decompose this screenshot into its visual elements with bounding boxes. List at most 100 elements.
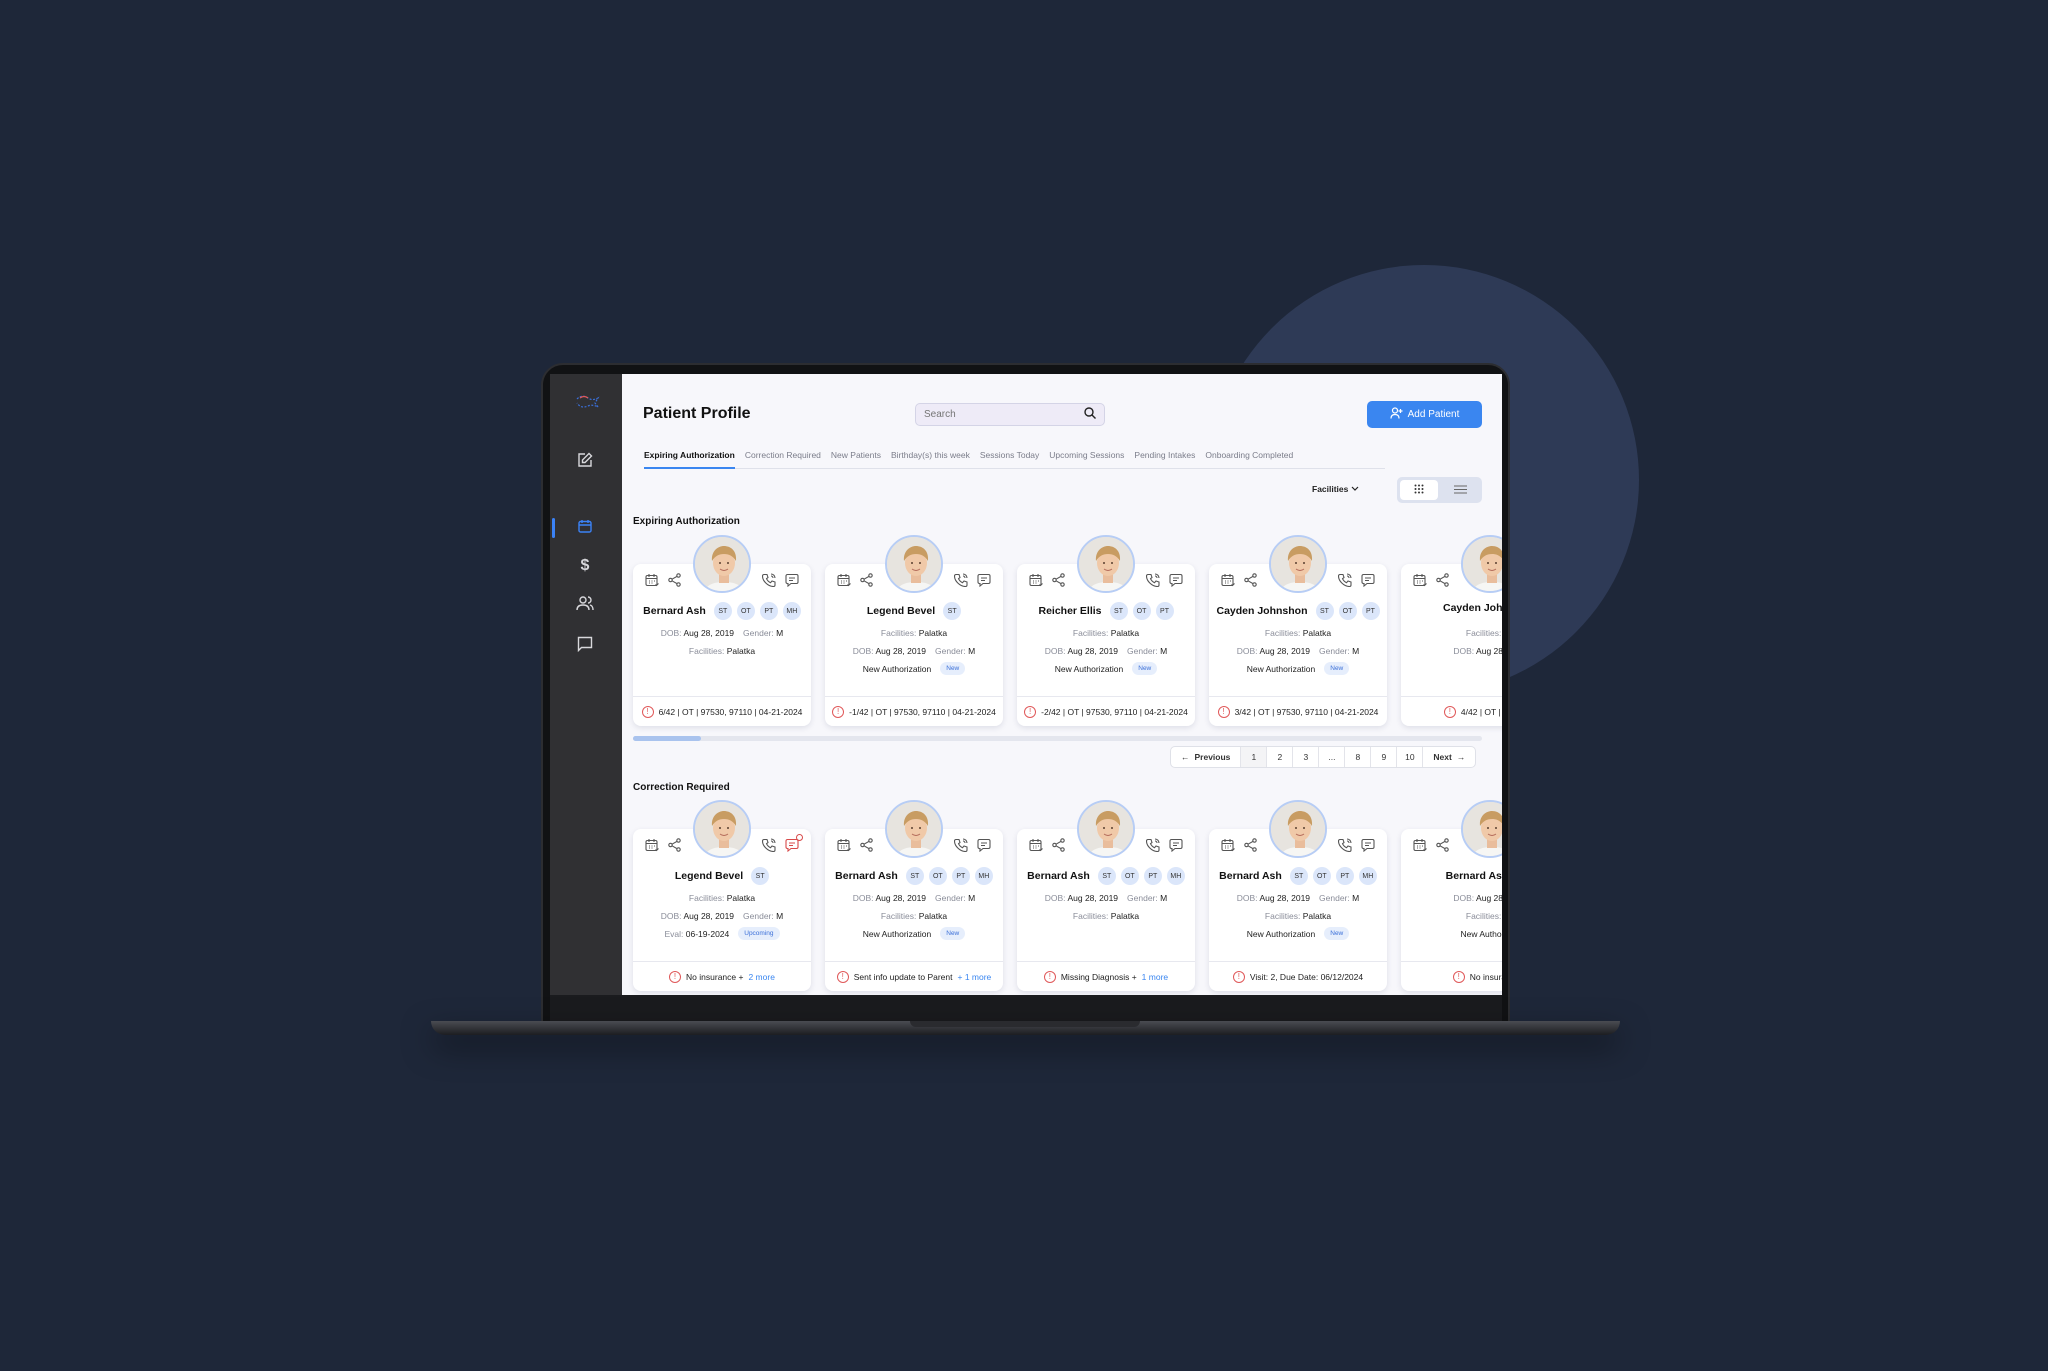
phone-icon[interactable]	[1145, 838, 1160, 857]
message-icon[interactable]	[977, 573, 991, 592]
patient-card[interactable]: Legend Bevel ST Facilities: Palatka DOB: Au…	[825, 535, 1003, 726]
share-icon[interactable]	[1052, 573, 1065, 592]
sidebar-item-billing[interactable]: $	[574, 555, 596, 577]
patient-avatar[interactable]	[693, 535, 751, 593]
patient-name[interactable]: Bernard Ash	[1219, 870, 1282, 882]
phone-icon[interactable]	[761, 838, 776, 857]
share-icon[interactable]	[668, 838, 681, 857]
message-icon[interactable]	[1361, 573, 1375, 592]
tab-pending-intakes[interactable]: Pending Intakes	[1134, 448, 1195, 469]
patient-card[interactable]: Bernard Ash ST OT PT MH DOB: Aug 28, 2019 Gend…	[633, 535, 811, 726]
phone-icon[interactable]	[1337, 573, 1352, 592]
share-icon[interactable]	[1052, 838, 1065, 857]
patient-avatar[interactable]	[885, 535, 943, 593]
phone-icon[interactable]	[953, 838, 968, 857]
share-icon[interactable]	[1244, 573, 1257, 592]
page-button[interactable]: 10	[1397, 747, 1424, 767]
tab-new-patients[interactable]: New Patients	[831, 448, 881, 469]
share-icon[interactable]	[1244, 838, 1257, 857]
patient-name[interactable]: Cayden Johnshon	[1443, 602, 1502, 614]
search-icon[interactable]	[1084, 406, 1096, 424]
message-icon[interactable]	[785, 834, 803, 857]
patient-name[interactable]: Cayden Johnshon	[1216, 605, 1307, 617]
share-icon[interactable]	[1436, 838, 1449, 857]
facilities-dropdown[interactable]: Facilities	[1312, 484, 1359, 494]
message-icon[interactable]	[977, 838, 991, 857]
patient-avatar[interactable]	[1077, 535, 1135, 593]
patient-name[interactable]: Bernard Ash	[1446, 870, 1502, 882]
tab-birthday-s-this-week[interactable]: Birthday(s) this week	[891, 448, 970, 469]
share-icon[interactable]	[860, 573, 873, 592]
page-button[interactable]: 8	[1345, 747, 1372, 767]
phone-icon[interactable]	[761, 573, 776, 592]
patient-card[interactable]: Cayden Johnshon ST OT PT Facilities: Palatka…	[1209, 535, 1387, 726]
calendar-icon[interactable]	[645, 573, 659, 592]
patient-name[interactable]: Bernard Ash	[835, 870, 898, 882]
patient-avatar[interactable]	[1461, 800, 1502, 858]
patient-avatar[interactable]	[1269, 535, 1327, 593]
patient-card[interactable]: Bernard Ash ST OT PT MH DOB: Aug 28, 2019 Gend…	[1017, 800, 1195, 991]
cards-scrollbar[interactable]	[633, 736, 1482, 741]
share-icon[interactable]	[668, 573, 681, 592]
patient-name[interactable]: Bernard Ash	[643, 605, 706, 617]
more-link[interactable]: 2 more	[748, 972, 774, 982]
patient-name[interactable]: Legend Bevel	[867, 605, 935, 617]
tab-upcoming-sessions[interactable]: Upcoming Sessions	[1049, 448, 1124, 469]
message-icon[interactable]	[1361, 838, 1375, 857]
search-input[interactable]	[924, 409, 1064, 420]
more-link[interactable]: 1 more	[1142, 972, 1168, 982]
more-link[interactable]: + 1 more	[958, 972, 992, 982]
calendar-icon[interactable]	[837, 838, 851, 857]
sidebar-item-edit[interactable]	[574, 451, 596, 473]
sidebar-item-patients[interactable]	[574, 594, 596, 616]
tab-expiring-authorization[interactable]: Expiring Authorization	[644, 448, 735, 469]
patient-name[interactable]: Legend Bevel	[675, 870, 743, 882]
phone-icon[interactable]	[1337, 838, 1352, 857]
tab-sessions-today[interactable]: Sessions Today	[980, 448, 1039, 469]
page-button[interactable]: ...	[1319, 747, 1346, 767]
calendar-icon[interactable]	[1221, 573, 1235, 592]
patient-avatar[interactable]	[1461, 535, 1502, 593]
page-button[interactable]: 1	[1241, 747, 1268, 767]
message-icon[interactable]	[1169, 838, 1183, 857]
patient-name[interactable]: Reicher Ellis	[1038, 605, 1101, 617]
patient-avatar[interactable]	[1269, 800, 1327, 858]
calendar-icon[interactable]	[1413, 573, 1427, 592]
phone-icon[interactable]	[953, 573, 968, 592]
add-patient-button[interactable]: Add Patient	[1367, 401, 1482, 428]
patient-card[interactable]: Reicher Ellis ST OT PT Facilities: Palatka DO…	[1017, 535, 1195, 726]
patient-avatar[interactable]	[693, 800, 751, 858]
message-icon[interactable]	[1169, 573, 1183, 592]
calendar-icon[interactable]	[1413, 838, 1427, 857]
previous-page-button[interactable]: ← Previous	[1171, 747, 1242, 767]
patient-card[interactable]: Bernard Ash ST OT PT MH DOB: Aug 28, 2019 Gend…	[825, 800, 1003, 991]
patient-avatar[interactable]	[1077, 800, 1135, 858]
share-icon[interactable]	[860, 838, 873, 857]
calendar-icon[interactable]	[837, 573, 851, 592]
page-button[interactable]: 3	[1293, 747, 1320, 767]
tab-onboarding-completed[interactable]: Onboarding Completed	[1205, 448, 1293, 469]
list-view-button[interactable]	[1441, 480, 1479, 500]
page-button[interactable]: 2	[1267, 747, 1294, 767]
calendar-icon[interactable]	[1029, 838, 1043, 857]
page-button[interactable]: 9	[1371, 747, 1398, 767]
patient-card[interactable]: Bernard Ash ST OT PT MH DOB: Aug 28, 2019 Gend…	[1209, 800, 1387, 991]
patient-avatar[interactable]	[885, 800, 943, 858]
patient-card[interactable]: Bernard AshSTDOB: Aug 28, 2019Facilities…	[1401, 800, 1502, 991]
patient-card[interactable]: Cayden Johnshon Facilities: Pa DOB: Aug 28…	[1401, 535, 1502, 726]
share-icon[interactable]	[1436, 573, 1449, 592]
calendar-icon[interactable]	[1221, 838, 1235, 857]
patient-name[interactable]: Bernard Ash	[1027, 870, 1090, 882]
scrollbar-thumb[interactable]	[633, 736, 701, 741]
search-box[interactable]	[915, 403, 1105, 426]
sidebar-item-messages[interactable]	[574, 635, 596, 657]
next-page-button[interactable]: Next →	[1423, 747, 1475, 767]
calendar-icon[interactable]	[1029, 573, 1043, 592]
grid-view-button[interactable]	[1400, 480, 1438, 500]
message-icon[interactable]	[785, 573, 799, 592]
phone-icon[interactable]	[1145, 573, 1160, 592]
tab-correction-required[interactable]: Correction Required	[745, 448, 821, 469]
calendar-icon[interactable]	[645, 838, 659, 857]
sidebar-item-calendar[interactable]	[574, 517, 596, 539]
patient-card[interactable]: Legend Bevel ST Facilities: Palatka DOB: Au…	[633, 800, 811, 991]
